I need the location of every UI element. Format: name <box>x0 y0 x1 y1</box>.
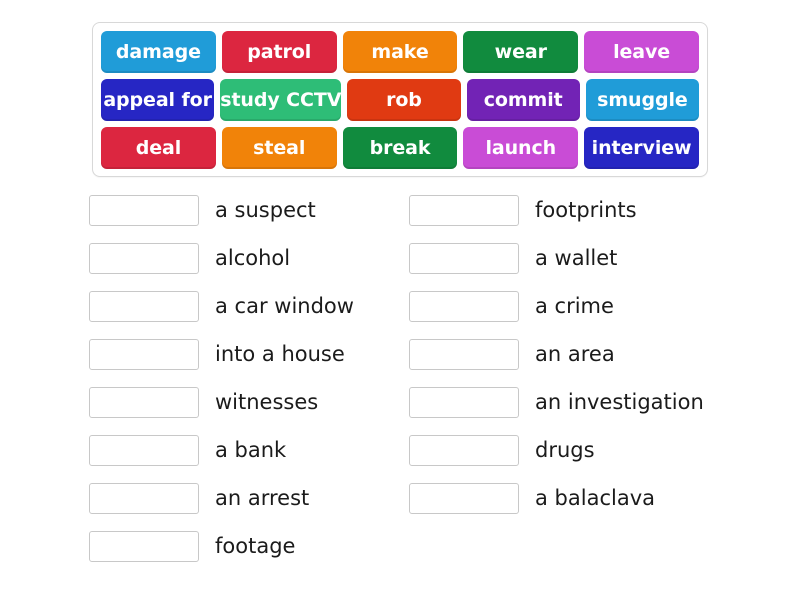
answer-drop-box[interactable] <box>89 338 199 370</box>
word-tile[interactable]: break <box>342 127 458 169</box>
word-tile-label: interview <box>591 137 692 159</box>
match-up-activity: damage patrol make wear leave appeal for stud… <box>0 0 800 600</box>
answer-drop-box[interactable] <box>89 530 199 562</box>
word-tile[interactable]: commit <box>466 79 580 121</box>
word-tile[interactable]: wear <box>463 31 579 73</box>
answer-label: an area <box>535 341 615 366</box>
word-tile[interactable]: appeal for <box>101 79 215 121</box>
answer-label: a car window <box>215 293 354 318</box>
tile-row: appeal for study CCTV rob commit smuggle <box>101 79 700 121</box>
answer-row: a bank <box>89 426 400 474</box>
word-tile[interactable]: interview <box>584 127 699 169</box>
answer-label: footage <box>215 533 296 558</box>
answer-drop-box[interactable] <box>409 338 519 370</box>
answer-row: footage <box>89 522 400 570</box>
word-tile-label: leave <box>613 41 671 63</box>
word-tile[interactable]: make <box>342 31 458 73</box>
answer-row: a crime <box>409 282 800 330</box>
answer-label: a suspect <box>215 197 316 222</box>
word-tile[interactable]: rob <box>347 79 461 121</box>
answer-label: footprints <box>535 197 637 222</box>
answer-label: an investigation <box>535 389 704 414</box>
word-tile-label: steal <box>253 137 306 159</box>
answer-row: an arrest <box>89 474 400 522</box>
answer-label: a bank <box>215 437 287 462</box>
answer-area: a suspect alcohol a car window into a house… <box>0 186 800 570</box>
answer-drop-box[interactable] <box>409 434 519 466</box>
word-tile[interactable]: steal <box>221 127 337 169</box>
answer-label: a wallet <box>535 245 618 270</box>
word-tile[interactable]: study CCTV <box>220 79 341 121</box>
word-tile-label: damage <box>115 41 201 63</box>
answer-drop-box[interactable] <box>89 242 199 274</box>
word-tile-label: patrol <box>247 41 312 63</box>
answer-drop-box[interactable] <box>409 194 519 226</box>
answer-row: an investigation <box>409 378 800 426</box>
answer-label: witnesses <box>215 389 319 414</box>
answer-label: drugs <box>535 437 595 462</box>
answer-row: footprints <box>409 186 800 234</box>
answer-drop-box[interactable] <box>409 482 519 514</box>
answer-row: a car window <box>89 282 400 330</box>
answer-column-left: a suspect alcohol a car window into a house… <box>0 186 400 570</box>
answer-label: an arrest <box>215 485 310 510</box>
word-tile[interactable]: patrol <box>221 31 337 73</box>
answer-row: a suspect <box>89 186 400 234</box>
answer-row: into a house <box>89 330 400 378</box>
word-tile-label: rob <box>386 89 422 111</box>
answer-row: drugs <box>409 426 800 474</box>
word-tile[interactable]: leave <box>584 31 699 73</box>
answer-drop-box[interactable] <box>409 290 519 322</box>
answer-drop-box[interactable] <box>89 482 199 514</box>
word-tile[interactable]: smuggle <box>585 79 700 121</box>
answer-row: alcohol <box>89 234 400 282</box>
answer-row: witnesses <box>89 378 400 426</box>
word-tile-label: smuggle <box>597 89 688 111</box>
answer-drop-box[interactable] <box>89 386 199 418</box>
answer-label: alcohol <box>215 245 291 270</box>
word-tile[interactable]: damage <box>101 31 216 73</box>
word-tile-label: launch <box>485 137 557 159</box>
word-tile-label: study CCTV <box>220 89 342 111</box>
word-tile-label: commit <box>483 89 563 111</box>
answer-drop-box[interactable] <box>409 242 519 274</box>
word-tile[interactable]: launch <box>463 127 579 169</box>
answer-row: a wallet <box>409 234 800 282</box>
word-tile-bank: damage patrol make wear leave appeal for stud… <box>92 22 708 177</box>
answer-drop-box[interactable] <box>89 290 199 322</box>
answer-drop-box[interactable] <box>89 194 199 226</box>
answer-drop-box[interactable] <box>409 386 519 418</box>
answer-label: a balaclava <box>535 485 655 510</box>
answer-row: a balaclava <box>409 474 800 522</box>
word-tile-label: break <box>369 137 431 159</box>
answer-drop-box[interactable] <box>89 434 199 466</box>
answer-column-right: footprints a wallet a crime an area an inves… <box>400 186 800 570</box>
tile-row: deal steal break launch interview <box>101 127 699 169</box>
word-tile-label: appeal for <box>103 89 212 111</box>
answer-row: an area <box>409 330 800 378</box>
answer-label: into a house <box>215 341 345 366</box>
word-tile-label: wear <box>494 41 547 63</box>
word-tile[interactable]: deal <box>101 127 216 169</box>
word-tile-label: deal <box>135 137 182 159</box>
tile-row: damage patrol make wear leave <box>101 31 699 73</box>
answer-label: a crime <box>535 293 614 318</box>
word-tile-label: make <box>371 41 429 63</box>
